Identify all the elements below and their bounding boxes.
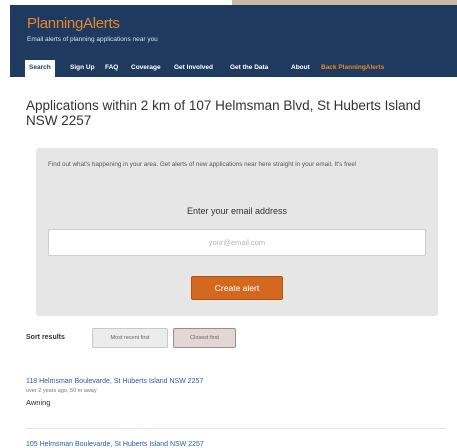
sort-label: Sort results bbox=[26, 334, 65, 341]
nav-item-get-the-data[interactable]: Get the Data bbox=[230, 60, 268, 75]
alert-intro-text: Find out what's happening in your area. … bbox=[48, 161, 357, 168]
logo-suffix: Alerts bbox=[82, 15, 120, 32]
sort-most-recent-button[interactable]: Most recent first bbox=[92, 328, 168, 348]
result-address-link[interactable]: 118 Helmsman Boulevarde, St Huberts Isla… bbox=[26, 378, 446, 385]
logo-prefix: Planning bbox=[27, 15, 83, 32]
logo[interactable]: PlanningAlerts bbox=[27, 15, 120, 32]
result-description: Awning bbox=[26, 398, 51, 407]
nav-item-coverage[interactable]: Coverage bbox=[131, 60, 161, 75]
tagline: Email alerts of planning applications ne… bbox=[27, 36, 158, 43]
nav-item-back[interactable]: Back PlanningAlerts bbox=[321, 60, 384, 75]
list-item: 118 Helmsman Boulevarde, St Huberts Isla… bbox=[26, 378, 446, 407]
sort-closest-button[interactable]: Closest first bbox=[173, 328, 236, 348]
nav-item-about[interactable]: About bbox=[291, 60, 310, 75]
email-label: Enter your email address bbox=[186, 206, 288, 216]
sort-controls: Sort results Most recent first Closest f… bbox=[26, 328, 446, 350]
create-alert-button[interactable]: Create alert bbox=[191, 276, 283, 300]
alert-signup-box: Find out what's happening in your area. … bbox=[36, 148, 438, 316]
nav-item-search[interactable]: Search bbox=[25, 60, 55, 77]
nav-item-faq[interactable]: FAQ bbox=[105, 60, 118, 75]
list-item: 105 Helmsman Boulevarde, St Huberts Isla… bbox=[26, 441, 446, 448]
page-title: Applications within 2 km of 107 Helmsman… bbox=[26, 98, 421, 128]
result-address-link[interactable]: 105 Helmsman Boulevarde, St Huberts Isla… bbox=[26, 441, 446, 448]
result-meta: over 2 years ago, 50 m away bbox=[26, 388, 97, 394]
site-header: PlanningAlerts Email alerts of planning … bbox=[10, 5, 457, 57]
result-divider bbox=[26, 428, 446, 429]
nav-item-get-involved[interactable]: Get Involved bbox=[174, 60, 213, 75]
main-nav: Search Sign Up FAQ Coverage Get Involved… bbox=[10, 55, 457, 77]
nav-item-sign-up[interactable]: Sign Up bbox=[70, 60, 95, 75]
email-input[interactable] bbox=[48, 229, 426, 256]
